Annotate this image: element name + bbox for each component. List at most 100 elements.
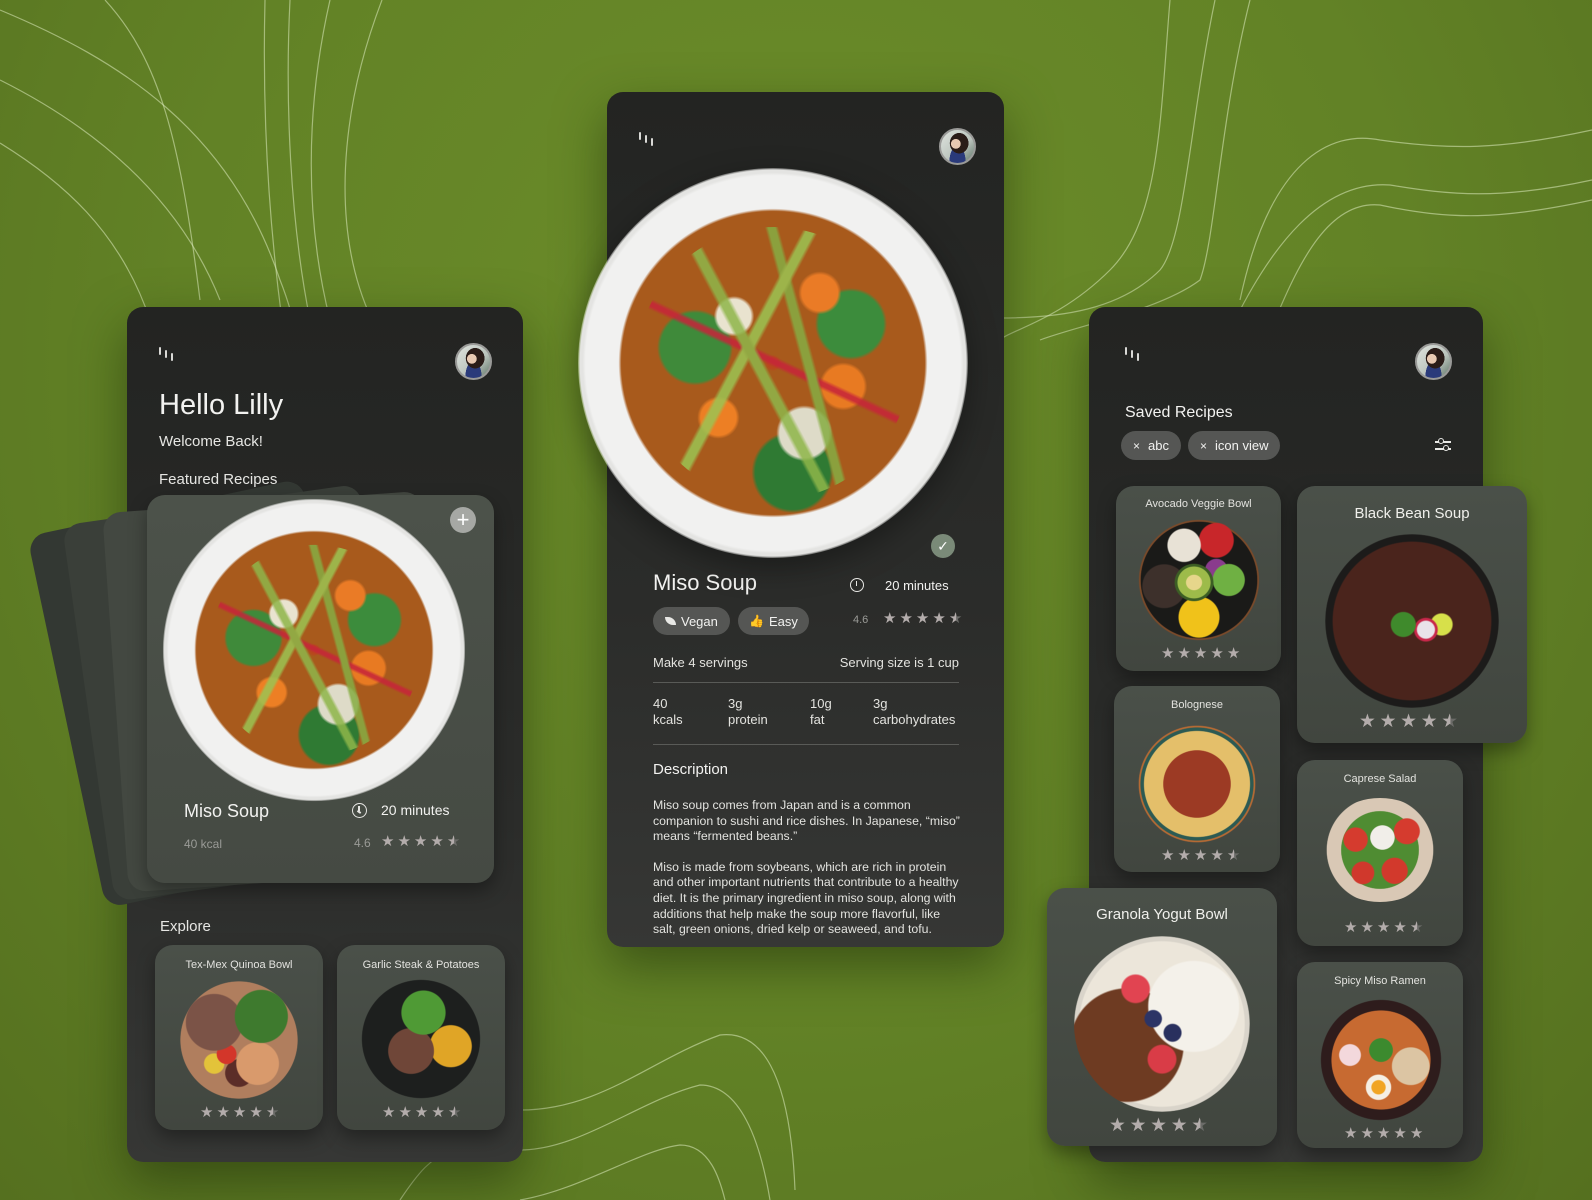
filter-chip[interactable]: × abc [1121,431,1181,460]
star-icon: ★ [1409,1124,1424,1142]
tag-vegan[interactable]: Vegan [653,607,730,635]
thumbs-up-icon: 👍 [749,614,764,628]
nutrition-label: fat [810,712,825,727]
filter-chip[interactable]: × icon view [1188,431,1281,460]
user-avatar[interactable] [455,343,492,380]
black-bean-soup-image [1325,534,1499,708]
menu-icon[interactable] [639,132,657,150]
star-icon: ★ [1161,644,1175,662]
sliders-icon[interactable] [1435,438,1451,452]
saved-recipe-card[interactable]: Granola Yogut Bowl ★ ★ ★ ★ ★ [1047,888,1277,1146]
star-icon: ★ [431,1103,445,1121]
star-icon: ★ [1177,846,1191,864]
nutrition-protein: 3g protein [728,696,768,728]
granola-yogurt-bowl-image [1074,936,1250,1112]
star-icon: ★ [899,609,913,627]
star-icon: ★ [1210,846,1224,864]
nutrition-label: carbohydrates [873,712,956,727]
steak-potatoes-image [359,979,483,1099]
tag-label: Vegan [681,613,718,629]
star-icon: ★ [1193,644,1208,662]
rating-stars: ★ ★ ★ ★ ★ [381,834,460,849]
recipe-name: Tex-Mex Quinoa Bowl [185,959,293,971]
recipe-name: Caprese Salad [1343,773,1417,785]
featured-recipes-heading: Featured Recipes [159,471,278,488]
filter-chip-label: abc [1148,438,1169,453]
recipe-name: Black Bean Soup [1354,505,1470,522]
user-avatar[interactable] [939,128,976,165]
description-paragraph: Miso soup comes from Japan and is a comm… [653,798,960,844]
welcome-subtitle: Welcome Back! [159,433,263,450]
star-icon: ★ [1376,1124,1391,1142]
description-paragraph: Miso is made from soybeans, which are ri… [653,859,959,937]
star-icon: ★ [1226,644,1241,662]
saved-recipe-card[interactable]: Black Bean Soup ★ ★ ★ ★ ★ [1297,486,1527,743]
servings-count: Make 4 servings [653,655,748,670]
tag-easy[interactable]: 👍 Easy [738,607,809,635]
recipe-name: Bolognese [1171,699,1223,711]
rating-stars: ★ ★ ★ ★ ★ [883,611,962,626]
user-avatar[interactable] [1415,343,1452,380]
star-icon: ★ [1177,644,1191,662]
star-icon: ★ [1360,918,1374,936]
star-icon: ★ [1344,1124,1358,1142]
nutrition-kcals: 40 kcals [653,696,683,728]
saved-recipe-card[interactable]: Bolognese ★ ★ ★ ★ ★ [1114,686,1280,872]
star-icon: ★ [1193,846,1208,864]
rating-stars: ★ ★ ★ ★ ★ [1359,709,1458,732]
star-icon: ★ [1400,709,1417,732]
featured-recipe-time: 20 minutes [381,802,450,818]
explore-heading: Explore [160,918,211,935]
explore-recipe-card[interactable]: Garlic Steak & Potatoes ★ ★ ★ ★ ★ [337,945,505,1130]
divider [653,682,959,683]
star-icon: ★ [1170,1113,1188,1136]
star-icon: ★ [1161,846,1175,864]
miso-soup-hero-image [578,168,968,558]
menu-icon[interactable] [159,347,177,365]
nutrition-value: 3g [873,696,888,711]
avocado-bowl-image [1137,518,1261,642]
caprese-salad-image [1319,798,1441,902]
nutrition-value: 3g [728,696,743,711]
rating-stars: ★ ★ ★ ★ ★ [382,1105,461,1120]
star-icon: ★ [1359,709,1376,732]
rating-stars: ★ ★ ★ ★ ★ [1344,920,1423,935]
quinoa-bowl-image [177,981,301,1099]
clock-icon [850,578,864,592]
star-icon: ★ [915,609,930,627]
star-icon: ★ [414,1103,429,1121]
star-icon: ★ [1376,918,1391,936]
bolognese-image [1135,722,1259,846]
star-icon: ★ [1420,709,1438,732]
recipe-time: 20 minutes [885,578,949,593]
recipe-title: Miso Soup [653,570,757,595]
nutrition-label: protein [728,712,768,727]
rating-stars: ★ ★ ★ ★ ★ [1109,1113,1208,1136]
saved-check-button[interactable]: ✓ [931,534,955,558]
close-icon[interactable]: × [1200,439,1207,453]
star-icon: ★ [413,832,428,850]
menu-icon[interactable] [1125,347,1143,365]
star-icon: ★ [447,1103,462,1121]
nutrition-value: 10g [810,696,832,711]
clock-icon [352,803,367,818]
featured-recipe-name: Miso Soup [184,801,270,821]
recipe-name: Garlic Steak & Potatoes [362,959,480,971]
recipe-name: Avocado Veggie Bowl [1145,498,1252,510]
saved-recipe-card[interactable]: Avocado Veggie Bowl ★ ★ ★ ★ ★ [1116,486,1281,671]
close-icon[interactable]: × [1133,439,1140,453]
star-icon: ★ [1393,1124,1407,1142]
star-icon: ★ [1150,1113,1167,1136]
star-icon: ★ [265,1103,280,1121]
add-button[interactable]: + [450,507,476,533]
star-icon: ★ [216,1103,230,1121]
miso-soup-image [162,498,466,802]
star-icon: ★ [200,1103,214,1121]
saved-recipe-card[interactable]: Spicy Miso Ramen ★ ★ ★ ★ ★ [1297,962,1463,1148]
featured-recipe-card[interactable]: + Miso Soup 20 minutes 40 kcal 4.6 ★ ★ ★ ★ ★ [147,495,494,883]
saved-recipe-card[interactable]: Caprese Salad ★ ★ ★ ★ ★ [1297,760,1463,946]
explore-recipe-card[interactable]: Tex-Mex Quinoa Bowl ★ ★ ★ ★ ★ [155,945,323,1130]
star-icon: ★ [1360,1124,1374,1142]
leaf-icon [665,617,676,625]
recipe-rating: 4.6 [853,614,869,626]
